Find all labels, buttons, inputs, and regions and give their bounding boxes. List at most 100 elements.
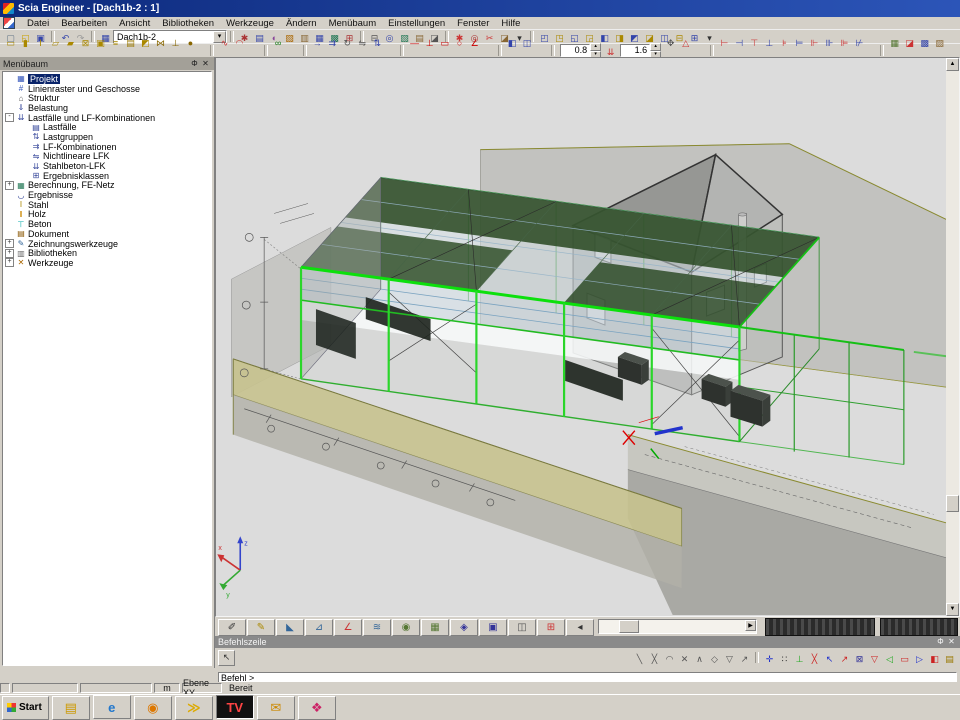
taskbar-ie-button[interactable]: e: [93, 695, 131, 719]
mirror-button[interactable]: ⇋: [355, 37, 370, 50]
taskbar-folder-button[interactable]: ▤: [52, 696, 90, 720]
visibility-selection-button[interactable]: ∞: [271, 37, 286, 50]
taskbar-launch-button[interactable]: ≫: [175, 696, 213, 720]
tree-item-beton[interactable]: ⊤ Beton: [3, 219, 211, 229]
view-direction-button[interactable]: ∠: [334, 619, 362, 636]
view-perspective-button[interactable]: ⊿: [305, 619, 333, 636]
tree-item-berechnung[interactable]: + ▦ Berechnung, FE-Netz: [3, 181, 211, 191]
tree-expand-box[interactable]: +: [5, 239, 14, 248]
tree-item-bibliotheken[interactable]: + ▥ Bibliotheken: [3, 248, 211, 258]
tree-item-stahl[interactable]: I Stahl: [3, 200, 211, 210]
snap-endpoint-button[interactable]: ╲: [632, 652, 647, 666]
snap-tri-right-button[interactable]: ▷: [912, 652, 927, 666]
draw-angle-button[interactable]: ∠: [467, 37, 482, 50]
snap-off-button[interactable]: ✕: [677, 652, 692, 666]
pin-icon[interactable]: Φ: [935, 637, 946, 647]
hinge-end-button[interactable]: ⊨: [792, 37, 807, 50]
truss-button[interactable]: ◩: [138, 37, 153, 50]
shading-button[interactable]: ◉: [392, 619, 420, 636]
snap-rect-button[interactable]: ▭: [897, 652, 912, 666]
cursor-mode-button[interactable]: ↖: [218, 650, 235, 666]
snap-tri-left-button[interactable]: ◁: [882, 652, 897, 666]
tree-item-werkzeuge[interactable]: + ✕ Werkzeuge: [3, 258, 211, 268]
support-button[interactable]: ⊥: [168, 37, 183, 50]
wall-button[interactable]: ▰: [63, 37, 78, 50]
vertical-scrollbar[interactable]: ▲ ▼: [946, 58, 959, 616]
subregion-button[interactable]: ▣: [93, 37, 108, 50]
tree-expand-box[interactable]: +: [5, 249, 14, 258]
snap-perpendicular-button[interactable]: ⊥: [792, 652, 807, 666]
arrow-scale-button[interactable]: △: [678, 37, 693, 50]
draw-rectangle-button[interactable]: ▭: [437, 37, 452, 50]
snap-dot-grid-button[interactable]: ∷: [777, 652, 792, 666]
column-button[interactable]: ▮: [18, 37, 33, 50]
opening-button[interactable]: ⊠: [78, 37, 93, 50]
tree-expand-box[interactable]: +: [5, 258, 14, 267]
stress-display-button[interactable]: ▨: [932, 37, 947, 50]
snap-arc-button[interactable]: ◠: [662, 652, 677, 666]
tree-item-lastfaelle-lfk[interactable]: - ⇊ Lastfälle und LF-Kombinationen: [3, 113, 211, 123]
taskbar-outlook-button[interactable]: ✉: [257, 696, 295, 720]
view-axo-button[interactable]: ◣: [276, 619, 304, 636]
tree-item-lf-kombinationen[interactable]: ⇉ LF-Kombinationen: [3, 142, 211, 152]
snap-intersect-button[interactable]: ╳: [807, 652, 822, 666]
close-icon[interactable]: ✕: [200, 59, 211, 69]
model-viewport[interactable]: z x y ▲ ▼: [215, 57, 960, 617]
link-member-button[interactable]: ⊫: [837, 37, 852, 50]
multicopy-button[interactable]: ⇅: [370, 37, 385, 50]
tree-item-lastfaelle[interactable]: ▤ Lastfälle: [3, 122, 211, 132]
docked-panel-tab-2[interactable]: [880, 618, 958, 636]
snap-box-button[interactable]: ⊠: [852, 652, 867, 666]
tree-item-nichtlineare-lfk[interactable]: ⇋ Nichtlineare LFK: [3, 152, 211, 162]
load-panel-button[interactable]: ▤: [123, 37, 138, 50]
display-scale-button[interactable]: ✥: [663, 37, 678, 50]
connect-node-button[interactable]: ⊪: [822, 37, 837, 50]
spinner-up-icon[interactable]: ▴: [590, 43, 601, 51]
results-display-button[interactable]: ◪: [902, 37, 917, 50]
grid-toggle-button[interactable]: ⊞: [537, 619, 565, 636]
menu-item[interactable]: Bibliotheken: [156, 18, 220, 29]
snap-edge-button[interactable]: ↗: [837, 652, 852, 666]
tree-item-ergebnisklassen[interactable]: ⊞ Ergebnisklassen: [3, 171, 211, 181]
collapse-toolbar-button[interactable]: ◂: [566, 619, 594, 636]
tree-expand-box[interactable]: -: [5, 113, 14, 122]
tree-item-belastung[interactable]: ⇓ Belastung: [3, 103, 211, 113]
cross-section-button[interactable]: I: [33, 37, 48, 50]
render-mode-button[interactable]: ▦: [421, 619, 449, 636]
tree-item-ergebnisse[interactable]: ◡ Ergebnisse: [3, 190, 211, 200]
copy-button[interactable]: ⇉: [325, 37, 340, 50]
docked-panel-tab-1[interactable]: [765, 618, 875, 636]
rib-button[interactable]: ≡: [108, 37, 123, 50]
modify-view-button[interactable]: ✐: [218, 619, 246, 636]
mesh-display-button[interactable]: ▦: [887, 37, 902, 50]
tree-item-linienraster[interactable]: # Linienraster und Geschosse: [3, 84, 211, 94]
tree-item-zeichnungswerkzeuge[interactable]: + ✎ Zeichnungswerkzeuge: [3, 239, 211, 249]
snap-node-button[interactable]: ↖: [822, 652, 837, 666]
named-view-button[interactable]: ▣: [479, 619, 507, 636]
draw-perpendicular-button[interactable]: ⊥: [422, 37, 437, 50]
beam-button[interactable]: ▭: [3, 37, 18, 50]
spinner-up-icon[interactable]: ▴: [650, 43, 661, 51]
tree-item-lastgruppen[interactable]: ⇅ Lastgruppen: [3, 132, 211, 142]
view-params-button[interactable]: ◫: [508, 619, 536, 636]
close-icon[interactable]: ✕: [946, 637, 957, 647]
tree-item-struktur[interactable]: ⌂ Struktur: [3, 93, 211, 103]
start-button[interactable]: Start: [2, 696, 49, 720]
deform-display-button[interactable]: ▩: [917, 37, 932, 50]
snap-tangent-button[interactable]: ▽: [722, 652, 737, 666]
snap-midpoint-button[interactable]: ∧: [692, 652, 707, 666]
rotate-button[interactable]: ↻: [340, 37, 355, 50]
tree-item-holz[interactable]: ‖ Holz: [3, 210, 211, 220]
node-button[interactable]: ●: [183, 37, 198, 50]
hinge-both-button[interactable]: ⊩: [807, 37, 822, 50]
snap-cursor-button[interactable]: ✛: [762, 652, 777, 666]
plate-button[interactable]: ▱: [48, 37, 63, 50]
rigid-arm-button[interactable]: ⊬: [852, 37, 867, 50]
menu-item[interactable]: Ansicht: [113, 18, 156, 29]
edit-view-button[interactable]: ✎: [247, 619, 275, 636]
taskbar-wintv-button[interactable]: TV: [216, 695, 254, 719]
scroll-down-icon[interactable]: ▼: [946, 603, 959, 616]
draw-line-button[interactable]: —: [407, 37, 422, 50]
zoom-fit-button[interactable]: ≋: [363, 619, 391, 636]
support-rx-button[interactable]: ⊥: [762, 37, 777, 50]
